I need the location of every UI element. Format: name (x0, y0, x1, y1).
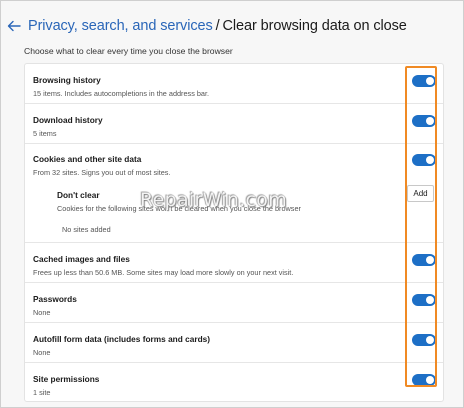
page-subtitle: Choose what to clear every time you clos… (24, 46, 233, 56)
breadcrumb-link-privacy[interactable]: Privacy, search, and services (28, 18, 213, 34)
toggle-knob (426, 77, 434, 85)
setting-description: None (33, 348, 51, 357)
breadcrumb: Privacy, search, and services / Clear brow… (28, 18, 407, 34)
setting-row-passwords: Passwords None (25, 283, 443, 323)
toggle-knob (426, 296, 434, 304)
toggle-knob (426, 156, 434, 164)
setting-title: Cookies and other site data (33, 154, 142, 164)
toggle-knob (426, 376, 434, 384)
setting-title: Passwords (33, 294, 77, 304)
setting-description: 15 items. Includes autocompletions in th… (33, 89, 210, 98)
dont-clear-title: Don't clear (57, 190, 100, 200)
toggle-knob (426, 117, 434, 125)
setting-title: Download history (33, 115, 103, 125)
setting-row-browsing-history: Browsing history 15 items. Includes auto… (25, 64, 443, 104)
toggle-cookies[interactable] (412, 154, 436, 166)
toggle-knob (426, 256, 434, 264)
setting-row-download-history: Download history 5 items (25, 104, 443, 144)
toggle-cached-images[interactable] (412, 254, 436, 266)
toggle-download-history[interactable] (412, 115, 436, 127)
page-header: Privacy, search, and services / Clear brow… (6, 15, 407, 37)
setting-row-cookies: Cookies and other site data From 32 site… (25, 144, 443, 243)
setting-row-autofill: Autofill form data (includes forms and c… (25, 323, 443, 363)
setting-title: Autofill form data (includes forms and c… (33, 334, 211, 344)
breadcrumb-separator: / (215, 18, 220, 34)
no-sites-text: No sites added (62, 225, 111, 234)
setting-title: Browsing history (33, 75, 101, 85)
add-site-button[interactable]: Add (407, 185, 434, 202)
toggle-knob (426, 336, 434, 344)
settings-panel: Browsing history 15 items. Includes auto… (24, 63, 444, 402)
dont-clear-description: Cookies for the following sites won't be… (57, 204, 301, 213)
setting-description: 5 items (33, 129, 57, 138)
setting-title: Cached images and files (33, 254, 130, 264)
toggle-autofill[interactable] (412, 334, 436, 346)
setting-row-cached-images: Cached images and files Frees up less th… (25, 243, 443, 283)
setting-description: None (33, 308, 51, 317)
toggle-passwords[interactable] (412, 294, 436, 306)
setting-row-site-permissions: Site permissions 1 site (25, 363, 443, 403)
setting-description: Frees up less than 50.6 MB. Some sites m… (33, 268, 294, 277)
setting-description: From 32 sites. Signs you out of most sit… (33, 168, 171, 177)
arrow-left-icon[interactable] (6, 18, 22, 34)
setting-title: Site permissions (33, 374, 100, 384)
setting-description: 1 site (33, 388, 51, 397)
page-title: Clear browsing data on close (222, 18, 407, 34)
toggle-site-permissions[interactable] (412, 374, 436, 386)
toggle-browsing-history[interactable] (412, 75, 436, 87)
